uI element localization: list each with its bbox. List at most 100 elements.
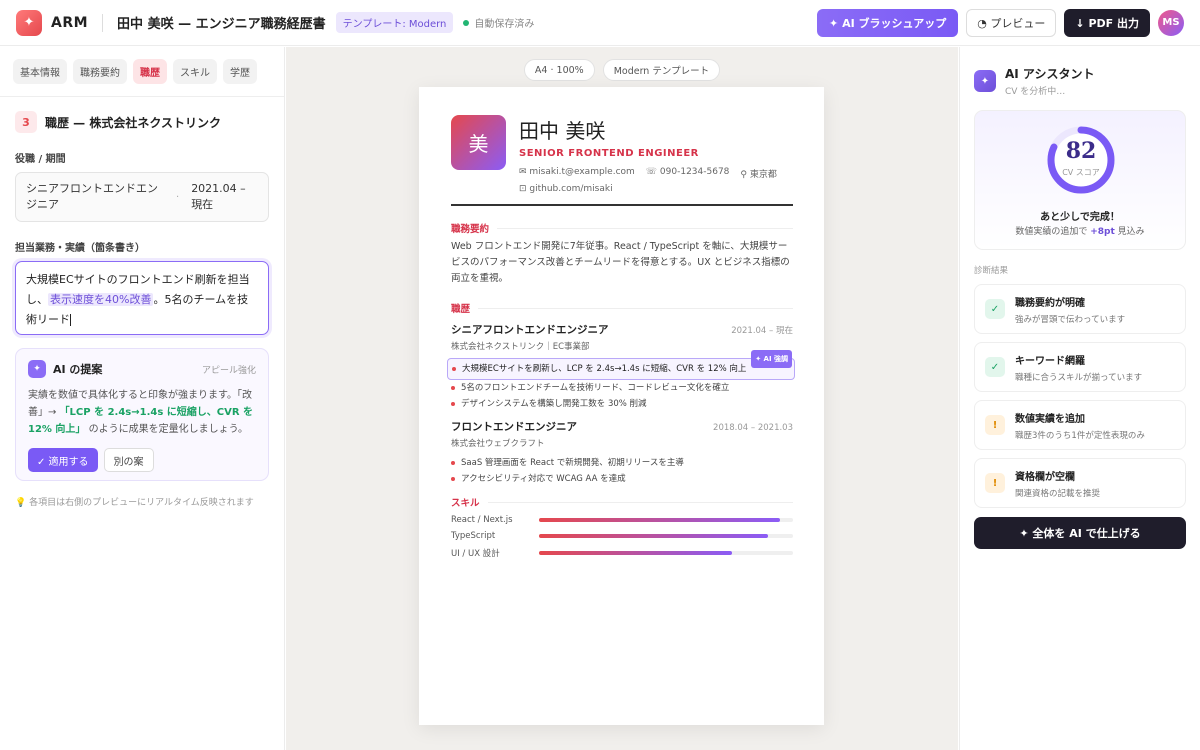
ai-assistant-icon: ✦ [974,70,996,92]
bullet-dot [451,402,455,406]
job-bullet: SaaS 管理画面を React で新規開発、初期リリースを主導 [451,455,793,471]
role-input[interactable]: シニアフロントエンドエンジニア [16,181,176,213]
save-status-dot [463,19,470,26]
job-title: フロントエンドエンジニア [451,421,577,433]
ai-body-post: のように成果を定量化しましょう。 [85,424,249,435]
ai-assistant-status: CV を分析中… [1005,87,1066,97]
score-hint-post: 見込み [1114,227,1145,237]
cv-experience-heading: 職歴 [451,301,793,315]
cv-monogram: 美 [451,115,506,170]
zoom-chip[interactable]: A4 · 100% [523,59,595,81]
diagnostic-title: 職務要約が明確 [1015,297,1085,309]
bullet-text: 大規模ECサイトを刷新し、LCP を 2.4s→1.4s に短縮、CVR を 1… [462,364,747,374]
diagnostic-desc: 強みが冒頭で伝わっています [1015,314,1126,325]
cv-summary: Web フロントエンド開発に7年従事。React / TypeScript を軸… [451,241,790,284]
job-title: シニアフロントエンドエンジニア [451,324,609,336]
template-chip[interactable]: Modern テンプレート [602,59,721,81]
bullet-dot [451,386,455,390]
ai-suggestion-card: ✦ AI の提案 アピール強化 実績を数値で具体化すると印象が強まります。「改善… [15,348,269,481]
ai-assistant-panel: ✦ AI アシスタント CV を分析中… 82 CV スコア あと少しで完成！ … [959,47,1200,750]
bullet-text: SaaS 管理画面を React で新規開発、初期リリースを主導 [461,458,684,468]
user-avatar[interactable]: MS [1158,9,1184,36]
role-label: 役職 / 期間 [15,154,66,165]
check-icon: ✓ [985,357,1005,377]
cv-email: ✉ misaki.t@example.com [519,167,635,177]
header-divider [102,13,104,32]
job-company: 株式会社ウェブクラフト [451,439,545,449]
cv-github: ⊡ github.com/misaki [519,184,613,194]
alternative-suggestion-button[interactable]: 別の案 [103,448,154,472]
save-status: 自動保存済み [474,19,535,30]
job-period: 2018.04 – 2021.03 [713,423,793,433]
tab-basic-info[interactable]: 基本情報 [13,59,67,84]
job-bullet-highlighted[interactable]: 大規模ECサイトを刷新し、LCP を 2.4s→1.4s に短縮、CVR を 1… [447,350,795,380]
bullet-dot [451,477,455,481]
diagnostic-item[interactable]: ✓ 職務要約が明確 強みが冒頭で伝わっています [974,284,1186,334]
cv-score-card: 82 CV スコア あと少しで完成！ 数値実績の追加で +8pt 見込み [974,110,1186,250]
check-icon: ✓ [985,299,1005,319]
skill-track [539,551,793,555]
role-period-field[interactable]: シニアフロントエンドエンジニア · 2021.04 – 現在 [15,172,269,222]
section-title: 職歴 — 株式会社ネクストリンク [45,115,221,130]
cv-summary-heading: 職務要約 [451,221,793,235]
score-hint: 数値実績の追加で +8pt 見込み [975,224,1185,237]
preview-canvas: A4 · 100% Modern テンプレート 美 田中 美咲 SENIOR F… [286,47,958,750]
cv-job-2: フロントエンドエンジニア 2018.04 – 2021.03 株式会社ウェブクラ… [451,419,793,487]
skill-name: TypeScript [451,531,496,541]
duties-label: 担当業務・実績（箇条書き） [15,243,145,254]
tab-education[interactable]: 学歴 [223,59,257,84]
cv-name: 田中 美咲 [519,119,606,143]
diagnostic-title: 資格欄が空欄 [1015,471,1075,483]
bullet-dot [451,461,455,465]
diagnostic-item[interactable]: ! 数値実績を追加 職歴3件のうち1件が定性表現のみ [974,400,1186,450]
diagnostic-item[interactable]: ! 資格欄が空欄 関連資格の記載を推奨 [974,458,1186,508]
skill-level-bar [539,534,768,538]
diagnostic-item[interactable]: ✓ キーワード網羅 職種に合うスキルが揃っています [974,342,1186,392]
duties-highlight: 表示速度を40%改善 [48,293,154,306]
section-number: 3 [15,111,37,133]
bullet-text: 5名のフロントエンドチームを技術リード、コードレビュー文化を確立 [461,383,730,393]
cv-header-rule [451,204,793,206]
logo-icon: ✦ [16,9,42,36]
section-tabs: 基本情報 職務要約 職歴 スキル 学歴 [0,47,284,97]
warning-icon: ! [985,473,1005,493]
diagnostics-label: 診断結果 [974,266,1009,276]
duties-textarea[interactable]: 大規模ECサイトのフロントエンド刷新を担当し、 表示速度を40%改善 。5名のチーム… [15,261,269,335]
ai-brushup-button[interactable]: ✦ AI ブラッシュアップ [817,8,959,37]
job-company: 株式会社ネクストリンク｜EC事業部 [451,342,590,352]
job-bullet: アクセシビリティ対応で WCAG AA を達成 [451,471,793,487]
template-badge[interactable]: テンプレート: Modern [335,12,454,33]
score-hint-pre: 数値実績の追加で [1015,227,1091,237]
skill-row: UI / UX 設計 [451,547,793,559]
finish-with-ai-button[interactable]: ✦ 全体を AI で仕上げる [974,517,1186,549]
text-caret [70,314,71,326]
diagnostic-desc: 関連資格の記載を推奨 [1015,488,1101,499]
tab-experience[interactable]: 職歴 [133,59,167,84]
cv-page: 美 田中 美咲 SENIOR FRONTEND ENGINEER ✉ misak… [419,87,824,725]
score-message: あと少しで完成！ [1040,212,1120,223]
document-title[interactable]: 田中 美咲 — エンジニア職務経歴書 [117,13,326,32]
skill-track [539,518,793,522]
cv-role: SENIOR FRONTEND ENGINEER [519,148,699,159]
bullet-text: アクセシビリティ対応で WCAG AA を達成 [461,474,626,484]
period-input[interactable]: 2021.04 – 現在 [179,181,259,213]
diagnostic-desc: 職種に合うスキルが揃っています [1015,372,1143,383]
cv-skills-heading: スキル [451,495,793,509]
diagnostic-desc: 職歴3件のうち1件が定性表現のみ [1015,430,1145,441]
apply-suggestion-button[interactable]: ✓ 適用する [28,448,98,472]
tab-summary[interactable]: 職務要約 [73,59,127,84]
warning-icon: ! [985,415,1005,435]
ai-suggestion-tag: アピール強化 [201,365,256,376]
ai-emphasis-tag: ✦ AI 強調 [751,350,792,368]
skill-level-bar [539,518,781,522]
score-label: CV スコア [1062,168,1100,177]
ai-suggestion-body: 実績を数値で具体化すると印象が強まります。「改善」→ 「LCP を 2.4s→1… [28,387,256,438]
tab-skills[interactable]: スキル [173,59,217,84]
preview-button[interactable]: ◔ プレビュー [966,8,1057,37]
job-bullet: 5名のフロントエンドチームを技術リード、コードレビュー文化を確立 [451,380,793,396]
skill-name: React / Next.js [451,515,513,525]
bullet-text: デザインシステムを構築し開発工数を 30% 削減 [461,399,647,409]
diagnostic-title: 数値実績を追加 [1015,413,1085,425]
diagnostic-title: キーワード網羅 [1015,355,1085,367]
pdf-export-button[interactable]: ↓ PDF 出力 [1064,8,1150,37]
